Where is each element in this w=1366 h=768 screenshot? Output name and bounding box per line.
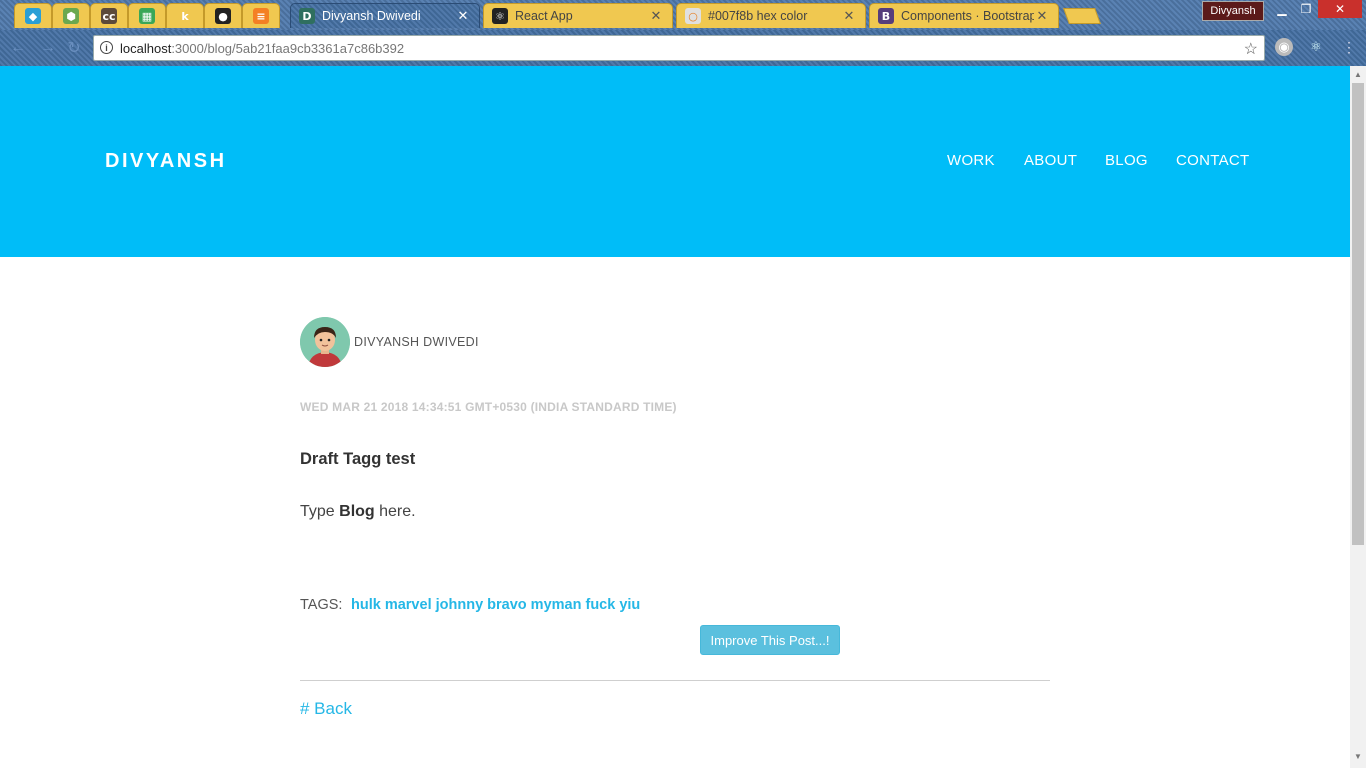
post-date: WED MAR 21 2018 14:34:51 GMT+0530 (INDIA… <box>300 400 677 414</box>
close-tab-icon[interactable]: ✕ <box>1034 8 1050 24</box>
github-icon: ● <box>215 8 231 24</box>
site-brand[interactable]: DIVYANSH <box>105 150 227 173</box>
restore-icon[interactable]: ❐ <box>1294 0 1318 18</box>
pinned-tab-4[interactable]: ▦ <box>128 3 166 28</box>
extension-icon[interactable]: ◉ <box>1275 38 1293 56</box>
pinned-tab-7[interactable]: ≡ <box>242 3 280 28</box>
react-devtools-icon[interactable]: ⚛ <box>1307 38 1325 56</box>
divider <box>300 680 1050 681</box>
site-header: DIVYANSH WORK ABOUT BLOG CONTACT <box>0 66 1350 257</box>
tags-list[interactable]: hulk marvel johnny bravo myman fuck yiu <box>351 597 640 613</box>
react-icon: ⚛ <box>492 8 508 24</box>
author-name: DIVYANSH DWIVEDI <box>354 335 479 349</box>
tab-hex-color[interactable]: ○ #007f8b hex color ✕ <box>676 3 866 28</box>
tab-title: React App <box>515 9 573 23</box>
pinned-tab-1[interactable]: ◆ <box>14 3 52 28</box>
pinned-tab-2[interactable]: ⬢ <box>52 3 90 28</box>
body-text: Type <box>300 503 340 520</box>
address-bar[interactable]: i localhost:3000/blog/5ab21faa9cb3361a7c… <box>93 35 1265 61</box>
bird-icon: ◆ <box>25 8 41 24</box>
tab-title: Components · Bootstrap <box>901 9 1034 23</box>
menu-dots-icon[interactable]: ⋮ <box>1340 38 1358 56</box>
k-icon: k <box>177 8 193 24</box>
close-tab-icon[interactable]: ✕ <box>648 8 664 24</box>
new-tab-button[interactable] <box>1063 8 1101 24</box>
sheets-icon: ▦ <box>139 8 155 24</box>
tab-title: Divyansh Dwivedi <box>322 9 421 23</box>
scrollbar-thumb[interactable] <box>1352 83 1364 545</box>
bootstrap-icon: B <box>878 8 894 24</box>
bookmark-star-icon[interactable]: ☆ <box>1244 39 1258 59</box>
info-icon[interactable]: i <box>100 41 113 54</box>
improve-post-button[interactable]: Improve This Post...! <box>700 625 840 655</box>
pinned-tab-6[interactable]: ● <box>204 3 242 28</box>
post-title: Draft Tagg test <box>300 450 416 468</box>
pinned-tab-3[interactable]: cc <box>90 3 128 28</box>
nav-about[interactable]: ABOUT <box>1024 152 1077 169</box>
nodejs-icon: ⬢ <box>63 8 79 24</box>
profile-button[interactable]: Divyansh <box>1202 1 1264 21</box>
scroll-down-icon[interactable]: ▼ <box>1354 752 1362 761</box>
site-favicon-icon: D <box>299 8 315 24</box>
close-tab-icon[interactable]: ✕ <box>841 8 857 24</box>
close-tab-icon[interactable]: ✕ <box>455 8 471 24</box>
author-avatar <box>300 317 350 367</box>
page-viewport: DIVYANSH WORK ABOUT BLOG CONTACT DIVYANS… <box>0 66 1350 768</box>
tab-bootstrap[interactable]: B Components · Bootstrap ✕ <box>869 3 1059 28</box>
forward-arrow-icon[interactable]: → <box>38 38 58 58</box>
tab-react-app[interactable]: ⚛ React App ✕ <box>483 3 673 28</box>
tags-label: TAGS: <box>300 597 343 613</box>
nav-blog[interactable]: BLOG <box>1105 152 1148 169</box>
nav-contact[interactable]: CONTACT <box>1176 152 1249 169</box>
nav-work[interactable]: WORK <box>947 152 995 169</box>
url-path: :3000/blog/5ab21faa9cb3361a7c86b392 <box>171 41 405 56</box>
scroll-up-icon[interactable]: ▲ <box>1354 70 1362 79</box>
pinned-tab-5[interactable]: k <box>166 3 204 28</box>
body-text-end: here. <box>374 503 416 520</box>
back-arrow-icon[interactable]: ← <box>8 38 28 58</box>
tab-title: #007f8b hex color <box>708 9 808 23</box>
color-wheel-icon: ○ <box>685 8 701 24</box>
body-bold-text: Blog <box>339 503 375 520</box>
url-text[interactable]: localhost:3000/blog/5ab21faa9cb3361a7c86… <box>120 41 404 56</box>
back-link[interactable]: # Back <box>300 699 352 719</box>
minimize-icon[interactable]: ▁ <box>1270 0 1294 18</box>
close-window-icon[interactable]: ✕ <box>1318 0 1362 18</box>
url-host: localhost <box>120 41 172 56</box>
tab-divyansh-dwivedi[interactable]: D Divyansh Dwivedi ✕ <box>290 3 480 28</box>
cc-icon: cc <box>101 8 117 24</box>
stackoverflow-icon: ≡ <box>253 8 269 24</box>
post-body: Type Blog here. <box>300 503 416 521</box>
reload-icon[interactable]: ↻ <box>64 38 84 58</box>
